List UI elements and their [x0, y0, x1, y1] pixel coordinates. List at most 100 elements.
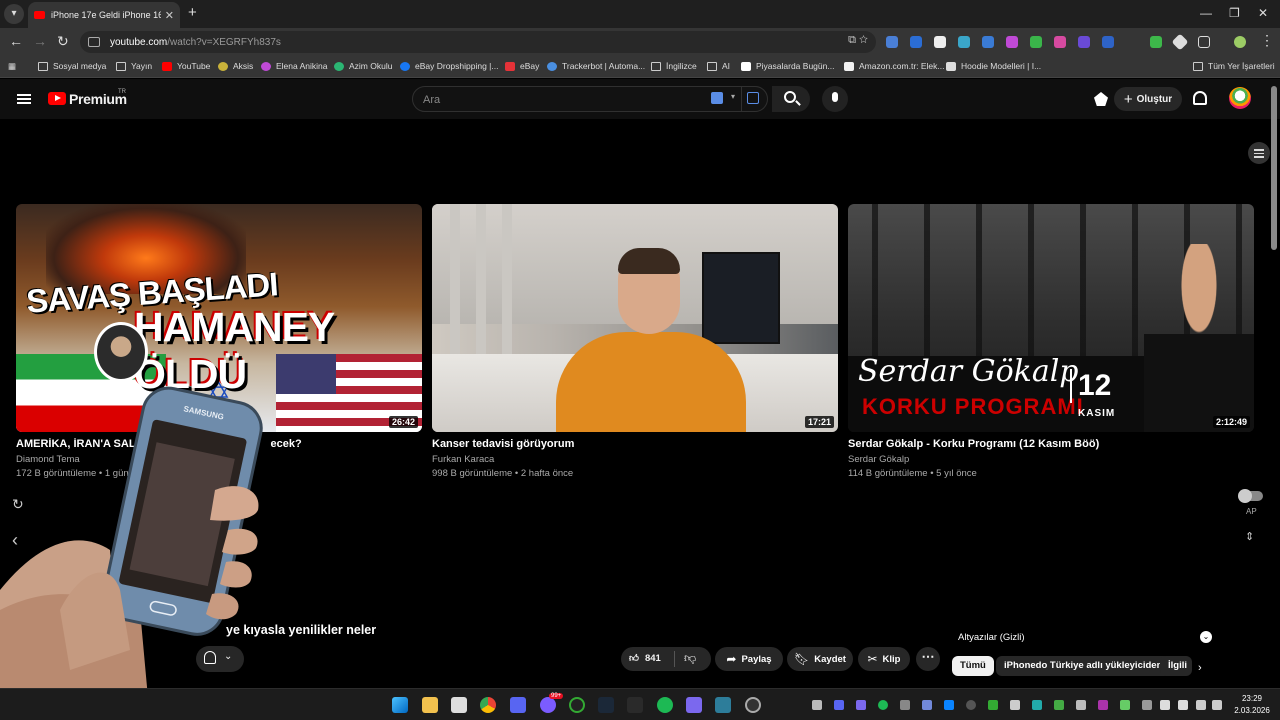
- minimize-button[interactable]: —: [1200, 6, 1212, 20]
- chrome-icon[interactable]: [480, 697, 496, 713]
- avatar[interactable]: [1229, 87, 1251, 109]
- voice-search-button[interactable]: [822, 86, 848, 112]
- tray-icon[interactable]: [1120, 700, 1130, 710]
- chevron-down-icon[interactable]: ▾: [731, 92, 735, 101]
- lens-icon[interactable]: [747, 92, 759, 104]
- extension-icon[interactable]: [1006, 36, 1018, 48]
- tray-icon[interactable]: [1010, 700, 1020, 710]
- tray-icon[interactable]: [834, 700, 844, 710]
- tray-icon[interactable]: [1142, 700, 1152, 710]
- xbox-icon[interactable]: [569, 697, 585, 713]
- subscription-bell-button[interactable]: ⌄: [196, 646, 244, 672]
- discord-icon[interactable]: [540, 697, 556, 713]
- chip-all[interactable]: Tümü: [952, 656, 994, 676]
- share-button[interactable]: ➦ Paylaş: [715, 647, 783, 671]
- video-thumbnail[interactable]: 17:21: [432, 204, 838, 432]
- search-box[interactable]: ▾: [412, 86, 768, 112]
- youtube-logo-icon[interactable]: [48, 92, 66, 105]
- endscreen-video-card[interactable]: 17:21 Kanser tedavisi görüyorum Furkan K…: [432, 204, 838, 479]
- store-icon[interactable]: [451, 697, 467, 713]
- endscreen-list-icon[interactable]: [1248, 142, 1270, 164]
- address-bar[interactable]: youtube.com /watch?v=XEGRFYh837s ⧉ ☆: [80, 31, 876, 53]
- video-thumbnail[interactable]: Serdar Gökalp KORKU PROGRAMI 12 KASIM 2:…: [848, 204, 1254, 432]
- profile-avatar-icon[interactable]: [1234, 36, 1246, 48]
- chip-uploader[interactable]: iPhonedo Türkiye adlı yükleyiciden: [996, 656, 1171, 676]
- dislike-button[interactable]: 👎︎: [684, 651, 696, 666]
- spotify-icon[interactable]: [657, 697, 673, 713]
- expand-icon[interactable]: ⇕: [1245, 530, 1254, 543]
- video-title[interactable]: Serdar Gökalp - Korku Programı (12 Kasım…: [848, 438, 1254, 450]
- bookmark-elena-anikina[interactable]: Elena Anikina: [261, 61, 328, 71]
- reload-button[interactable]: ↻: [57, 33, 69, 50]
- bookmark-star-icon[interactable]: ⧉ ☆: [848, 34, 868, 47]
- tray-icon[interactable]: [988, 700, 998, 710]
- file-explorer-icon[interactable]: [422, 697, 438, 713]
- search-input[interactable]: [423, 91, 703, 108]
- close-window-button[interactable]: ✕: [1258, 6, 1268, 20]
- bookmark-youtube[interactable]: YouTube: [162, 61, 210, 71]
- video-title[interactable]: Kanser tedavisi görüyorum: [432, 438, 838, 450]
- volume-icon[interactable]: [1212, 700, 1222, 710]
- tray-icon[interactable]: [1054, 700, 1064, 710]
- bookmark-yayin[interactable]: Yayın: [116, 61, 152, 71]
- video-thumbnail[interactable]: ✡ SAVAŞ BAŞLADI HAMANEY ÖLDÜ 26:42: [16, 204, 422, 432]
- obs-icon[interactable]: [745, 697, 761, 713]
- tray-icon[interactable]: [1076, 700, 1086, 710]
- terminal-icon[interactable]: [627, 697, 643, 713]
- extension-icon[interactable]: [910, 36, 922, 48]
- clip-button[interactable]: ✂ Klip: [858, 647, 910, 671]
- windows-start-icon[interactable]: [392, 697, 408, 713]
- tab-close-icon[interactable]: ✕: [165, 9, 174, 22]
- browser-menu-icon[interactable]: ⋮: [1260, 32, 1274, 49]
- bookmark-trackerbot[interactable]: Trackerbot | Automa...: [547, 61, 645, 71]
- bookmark-sosyal-medya[interactable]: Sosyal medya: [38, 61, 106, 71]
- autoplay-toggle[interactable]: [1238, 489, 1263, 503]
- bookmark-ingilizce[interactable]: İngilizce: [651, 61, 697, 71]
- tray-icon[interactable]: [900, 700, 910, 710]
- new-tab-button[interactable]: +: [188, 4, 197, 21]
- steam-icon[interactable]: [598, 697, 614, 713]
- keyboard-icon[interactable]: [711, 92, 723, 104]
- tab-search-button[interactable]: ▾: [4, 4, 24, 24]
- endscreen-video-card[interactable]: Serdar Gökalp KORKU PROGRAMI 12 KASIM 2:…: [848, 204, 1254, 479]
- search-button[interactable]: [772, 86, 810, 112]
- translate-extension-icon[interactable]: [886, 36, 898, 48]
- extension-icon[interactable]: [1030, 36, 1042, 48]
- save-button[interactable]: 🔖︎ Kaydet: [787, 647, 853, 671]
- channel-name[interactable]: Diamond Tema: [16, 454, 422, 465]
- tray-icon[interactable]: [812, 700, 822, 710]
- app-icon[interactable]: [686, 697, 702, 713]
- system-clock[interactable]: 23:29 2.03.2026: [1228, 693, 1276, 717]
- more-actions-button[interactable]: ⋯: [916, 647, 940, 671]
- chip-related[interactable]: İlgili: [1160, 656, 1192, 676]
- menu-icon[interactable]: [17, 94, 31, 104]
- captions-header[interactable]: Altyazılar (Gizli) ⌄: [950, 626, 1220, 648]
- tray-icon[interactable]: [922, 700, 932, 710]
- bookmark-aksis[interactable]: Aksis: [218, 61, 253, 71]
- bookmark-ai[interactable]: AI: [707, 61, 730, 71]
- extension-icon[interactable]: [1171, 33, 1189, 51]
- extension-icon[interactable]: [982, 36, 994, 48]
- network-icon[interactable]: [1196, 700, 1206, 710]
- restore-button[interactable]: ❐: [1229, 6, 1240, 20]
- channel-name[interactable]: Serdar Gökalp: [848, 454, 1254, 465]
- all-bookmarks[interactable]: Tüm Yer İşaretleri: [1193, 61, 1275, 71]
- tray-icon[interactable]: [966, 700, 976, 710]
- video-title[interactable]: AMERİKA, İRAN'A SALDIR ecek?: [16, 438, 422, 450]
- bookmark-piyasalarda-bugun[interactable]: Piyasalarda Bugün...: [741, 61, 834, 71]
- channel-name[interactable]: Furkan Karaca: [432, 454, 838, 465]
- app-icon[interactable]: [510, 697, 526, 713]
- bluetooth-icon[interactable]: [944, 700, 954, 710]
- bookmark-ebay[interactable]: eBay: [505, 61, 539, 71]
- bookmark-amazon[interactable]: Amazon.com.tr: Elek...: [844, 61, 945, 71]
- extension-icon[interactable]: [934, 36, 946, 48]
- tray-icon[interactable]: [856, 700, 866, 710]
- tray-icon[interactable]: [878, 700, 888, 710]
- microphone-icon[interactable]: [1178, 700, 1188, 710]
- site-info-icon[interactable]: [88, 37, 100, 47]
- extension-icon[interactable]: [1150, 36, 1162, 48]
- tray-icon[interactable]: [1098, 700, 1108, 710]
- tray-icon[interactable]: [1032, 700, 1042, 710]
- clips-icon[interactable]: [1094, 92, 1108, 106]
- extension-icon[interactable]: [1078, 36, 1090, 48]
